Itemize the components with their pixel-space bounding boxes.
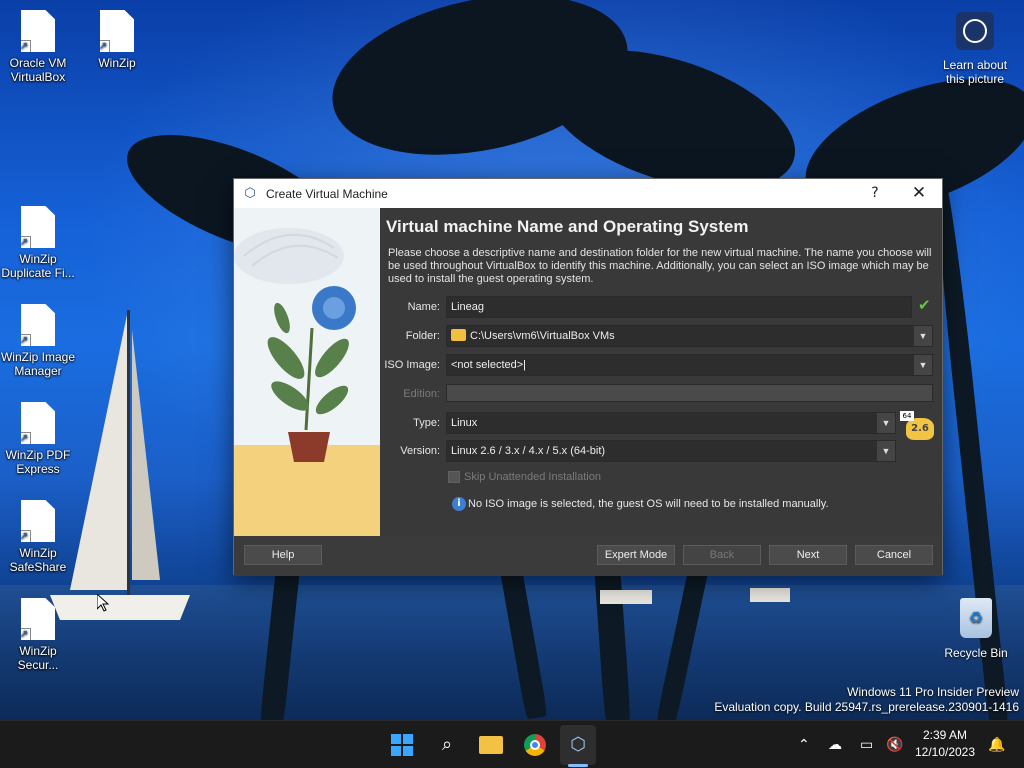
recycle-bin-icon: ♻ (960, 598, 992, 638)
folder-select[interactable]: C:\Users\vm6\VirtualBox VMs ▼ (446, 325, 933, 347)
version-label: Version: (400, 445, 440, 457)
desktop-icon-label: Oracle VM VirtualBox (9, 56, 67, 84)
network-icon[interactable]: ▭ (860, 735, 873, 755)
folder-icon (451, 329, 466, 341)
info-message: No ISO image is selected, the guest OS w… (468, 498, 829, 510)
active-app-indicator (568, 764, 588, 767)
version-select[interactable]: Linux 2.6 / 3.x / 4.x / 5.x (64-bit) ▼ (446, 440, 896, 462)
desktop-icon-virtualbox[interactable]: ↗ Oracle VM VirtualBox (0, 10, 76, 84)
os-64bit-badge: 64 (900, 411, 914, 421)
dialog-titlebar[interactable]: ⬡ Create Virtual Machine ? ✕ (234, 179, 942, 208)
wizard-description: Please choose a descriptive name and des… (388, 247, 932, 285)
edition-select (446, 384, 933, 402)
wizard-illustration (234, 208, 380, 536)
shortcut-arrow-icon: ↗ (21, 40, 31, 52)
wizard-heading: Virtual machine Name and Operating Syste… (386, 217, 749, 236)
desktop-icon-winzip-secure[interactable]: ↗ WinZip Secur... (0, 598, 76, 672)
desktop-icon-winzip-duplicate[interactable]: ↗ WinZip Duplicate Fi... (0, 206, 76, 280)
type-select[interactable]: Linux ▼ (446, 412, 896, 434)
help-titlebar-button[interactable]: ? (860, 179, 890, 208)
valid-check-icon: ✔ (918, 296, 931, 314)
skip-unattended-label: Skip Unattended Installation (464, 471, 601, 483)
name-input[interactable]: Lineag (446, 296, 912, 318)
shortcut-arrow-icon: ↗ (21, 334, 31, 346)
desktop-icon-label: WinZip Secur... (17, 644, 59, 672)
chevron-down-icon[interactable]: ▼ (914, 355, 932, 375)
cancel-button[interactable]: Cancel (855, 545, 933, 565)
desktop-icon-winzip[interactable]: ↗ WinZip (79, 10, 155, 70)
wizard-content: Virtual machine Name and Operating Syste… (380, 208, 942, 536)
shortcut-arrow-icon: ↗ (21, 432, 31, 444)
close-button[interactable]: ✕ (904, 179, 934, 208)
virtualbox-taskbar-icon[interactable]: ⬡ (562, 729, 594, 761)
taskbar: ⌕ ⬡ ⌃ ☁ ▭ 🔇 2:39 AM 12/10/2023 🔔 (0, 720, 1024, 768)
edition-label: Edition: (403, 388, 440, 400)
watermark-line-2: Evaluation copy. Build 25947.rs_prerelea… (714, 700, 1019, 714)
shortcut-arrow-icon: ↗ (21, 530, 31, 542)
shortcut-arrow-icon: ↗ (21, 628, 31, 640)
windows-watermark: Windows 11 Pro Insider Preview Evaluatio… (714, 685, 1019, 715)
create-vm-dialog: ⬡ Create Virtual Machine ? ✕ Virtual mac… (233, 178, 943, 576)
iso-value: <not selected> (451, 359, 524, 371)
shortcut-arrow-icon: ↗ (21, 236, 31, 248)
desktop-icon-recycle-bin[interactable]: ♻ Recycle Bin (940, 598, 1012, 660)
desktop-icon-winzip-image-manager[interactable]: ↗ WinZip Image Manager (0, 304, 76, 378)
volume-icon[interactable]: 🔇 (886, 735, 903, 755)
onedrive-icon[interactable]: ☁ (828, 735, 842, 755)
shortcut-arrow-icon: ↗ (100, 40, 110, 52)
clock-time: 2:39 AM (922, 728, 968, 742)
chevron-down-icon[interactable]: ▼ (877, 413, 895, 433)
chevron-down-icon[interactable]: ▼ (877, 441, 895, 461)
type-value: Linux (451, 417, 478, 429)
desktop-icon-label: WinZip (98, 56, 136, 70)
iso-select[interactable]: <not selected>| ▼ (446, 354, 933, 376)
desktop-icon-label: WinZip Image Manager (0, 350, 76, 378)
watermark-line-1: Windows 11 Pro Insider Preview (847, 685, 1019, 699)
wallpaper-boats (600, 588, 790, 604)
learn-about-picture[interactable]: Learn about this picture (930, 12, 1020, 86)
desktop-icon-label: WinZip PDF Express (5, 448, 71, 476)
os-version-badge: 2.6 (906, 418, 934, 440)
desktop-icon-winzip-safeshare[interactable]: ↗ WinZip SafeShare (0, 500, 76, 574)
dialog-title: Create Virtual Machine (266, 186, 388, 201)
notification-bell-icon[interactable]: 🔔 (988, 735, 1005, 755)
linux-os-icon: 2.6 64 (900, 411, 934, 440)
skip-unattended-checkbox[interactable] (448, 471, 460, 483)
next-button[interactable]: Next (769, 545, 847, 565)
chevron-up-icon[interactable]: ⌃ (798, 735, 810, 755)
dialog-button-bar: Help Expert Mode Back Next Cancel (234, 536, 942, 576)
desktop-icon-label: WinZip SafeShare (9, 546, 67, 574)
virtualbox-icon: ⬡ (244, 185, 256, 201)
camera-icon (956, 12, 994, 50)
taskbar-clock[interactable]: 2:39 AM 12/10/2023 (912, 727, 978, 761)
desktop-icon-winzip-pdf-express[interactable]: ↗ WinZip PDF Express (0, 402, 76, 476)
name-label: Name: (407, 301, 440, 313)
type-label: Type: (413, 417, 440, 429)
recycle-bin-label: Recycle Bin (944, 646, 1008, 660)
file-explorer-icon[interactable] (475, 729, 507, 761)
mouse-cursor-icon (97, 594, 109, 612)
folder-path: C:\Users\vm6\VirtualBox VMs (470, 330, 615, 342)
clock-date: 12/10/2023 (914, 745, 976, 759)
back-button: Back (683, 545, 761, 565)
info-icon: i (452, 497, 466, 511)
iso-label: ISO Image: (384, 359, 440, 371)
chevron-down-icon[interactable]: ▼ (914, 326, 932, 346)
chrome-icon[interactable] (519, 729, 551, 761)
start-windows-icon[interactable] (391, 734, 413, 756)
search-icon[interactable]: ⌕ (431, 729, 463, 761)
learn-about-label: Learn about this picture (942, 58, 1008, 86)
expert-mode-button[interactable]: Expert Mode (597, 545, 675, 565)
folder-label: Folder: (405, 330, 440, 342)
version-value: Linux 2.6 / 3.x / 4.x / 5.x (64-bit) (451, 445, 606, 457)
desktop-icon-label: WinZip Duplicate Fi... (1, 252, 75, 280)
help-button[interactable]: Help (244, 545, 322, 565)
